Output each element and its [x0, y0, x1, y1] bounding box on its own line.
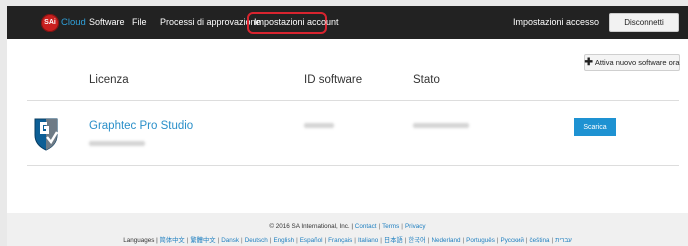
language-link[interactable]: čeština [530, 237, 550, 244]
contact-link[interactable]: Contact [355, 223, 377, 230]
disconnect-button[interactable]: Disconnetti [609, 13, 679, 32]
language-link[interactable]: 繁體中文 [190, 237, 215, 244]
language-link[interactable]: 한국어 [408, 237, 425, 244]
license-key-redacted [89, 141, 145, 146]
software-id-redacted [304, 123, 334, 128]
footer: © 2016 SA International, Inc. | Contact |… [7, 213, 688, 246]
nav-login-settings[interactable]: Impostazioni accesso [513, 17, 599, 27]
top-navigation-bar: SAi Cloud Software File Processi di appr… [7, 6, 688, 39]
language-link[interactable]: Français [328, 237, 352, 244]
privacy-link[interactable]: Privacy [405, 223, 426, 230]
footer-copyright-line: © 2016 SA International, Inc. | Contact |… [269, 223, 426, 230]
logo-text: Cloud [61, 17, 86, 28]
sai-cloud-logo[interactable]: SAi Cloud [41, 13, 86, 32]
column-header-status: Stato [413, 74, 440, 86]
software-name-link[interactable]: Graphtec Pro Studio [89, 120, 193, 132]
language-link[interactable]: עברית [555, 237, 572, 244]
column-header-software-id: ID software [304, 74, 363, 86]
terms-link[interactable]: Terms [382, 223, 399, 230]
nav-account-settings[interactable]: Impostazioni account [254, 17, 339, 27]
graphtec-shield-icon [32, 117, 60, 151]
download-button[interactable]: Scarica [574, 118, 616, 136]
nav-software[interactable]: Software [89, 17, 125, 27]
language-link[interactable]: Dansk [221, 237, 239, 244]
languages-label: Languages | [123, 237, 158, 244]
language-link[interactable]: Italiano [358, 237, 378, 244]
column-header-license: Licenza [89, 74, 129, 86]
copyright-text: © 2016 SA International, Inc. | [269, 223, 354, 230]
status-redacted [413, 123, 469, 128]
sai-logo-icon: SAi [41, 13, 59, 32]
language-link[interactable]: Português [466, 237, 495, 244]
language-link[interactable]: Nederland [431, 237, 460, 244]
language-link[interactable]: Deutsch [245, 237, 268, 244]
activate-software-button[interactable]: ✚ Attiva nuovo software ora [584, 54, 680, 71]
language-link[interactable]: 简体中文 [160, 237, 185, 244]
language-link[interactable]: Русский [501, 237, 524, 244]
row-divider [27, 165, 679, 166]
header-divider [27, 100, 679, 101]
app-window: SAi Cloud Software File Processi di appr… [7, 6, 688, 246]
language-link[interactable]: 日本語 [384, 237, 403, 244]
plus-icon: ✚ [584, 56, 593, 68]
footer-languages-line: Languages | 简体中文 | 繁體中文 | Dansk | Deutsch | Engl… [123, 237, 572, 244]
nav-file[interactable]: File [132, 17, 147, 27]
activate-button-label: Attiva nuovo software ora [594, 58, 680, 67]
language-link[interactable]: English [273, 237, 294, 244]
nav-approval-processes[interactable]: Processi di approvazione [160, 17, 261, 27]
language-link[interactable]: Español [300, 237, 323, 244]
